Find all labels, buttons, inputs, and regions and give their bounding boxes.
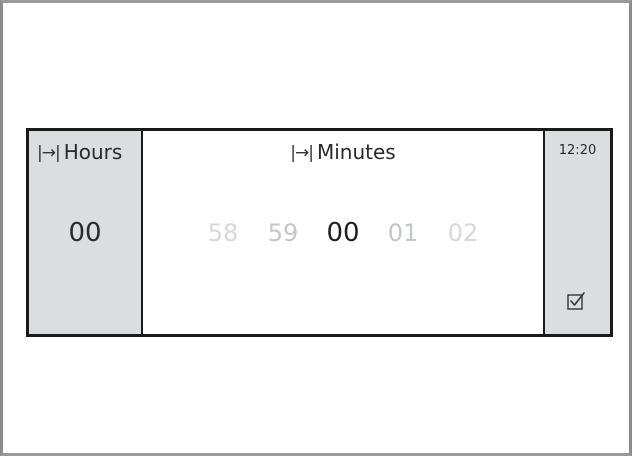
minute-option[interactable]: 59 xyxy=(253,219,313,248)
minutes-header: |→| Minutes xyxy=(143,140,543,164)
hours-value[interactable]: 00 xyxy=(29,218,141,248)
minute-option[interactable]: 02 xyxy=(433,219,493,248)
current-time: 12:20 xyxy=(558,143,597,158)
minute-option[interactable]: 58 xyxy=(193,219,253,248)
checkbox-confirm-icon xyxy=(567,292,585,310)
minutes-scroller[interactable]: 58 59 00 01 02 xyxy=(143,218,543,248)
time-picker: |→| Hours 00 |→| Minutes 58 59 00 01 02 12… xyxy=(26,128,613,337)
minutes-column[interactable]: |→| Minutes 58 59 00 01 02 xyxy=(143,131,543,334)
confirm-button[interactable] xyxy=(565,290,587,312)
screen-frame: |→| Hours 00 |→| Minutes 58 59 00 01 02 12… xyxy=(0,0,632,456)
hours-column[interactable]: |→| Hours 00 xyxy=(29,131,143,334)
side-panel: 12:20 xyxy=(543,131,610,334)
hours-label: Hours xyxy=(63,140,123,164)
minute-option-selected[interactable]: 00 xyxy=(313,218,373,248)
jump-to-icon: |→| xyxy=(37,143,61,163)
minutes-label: Minutes xyxy=(316,140,396,164)
hours-header: |→| Hours xyxy=(29,140,141,164)
minute-option[interactable]: 01 xyxy=(373,219,433,248)
jump-to-icon: |→| xyxy=(290,143,314,163)
